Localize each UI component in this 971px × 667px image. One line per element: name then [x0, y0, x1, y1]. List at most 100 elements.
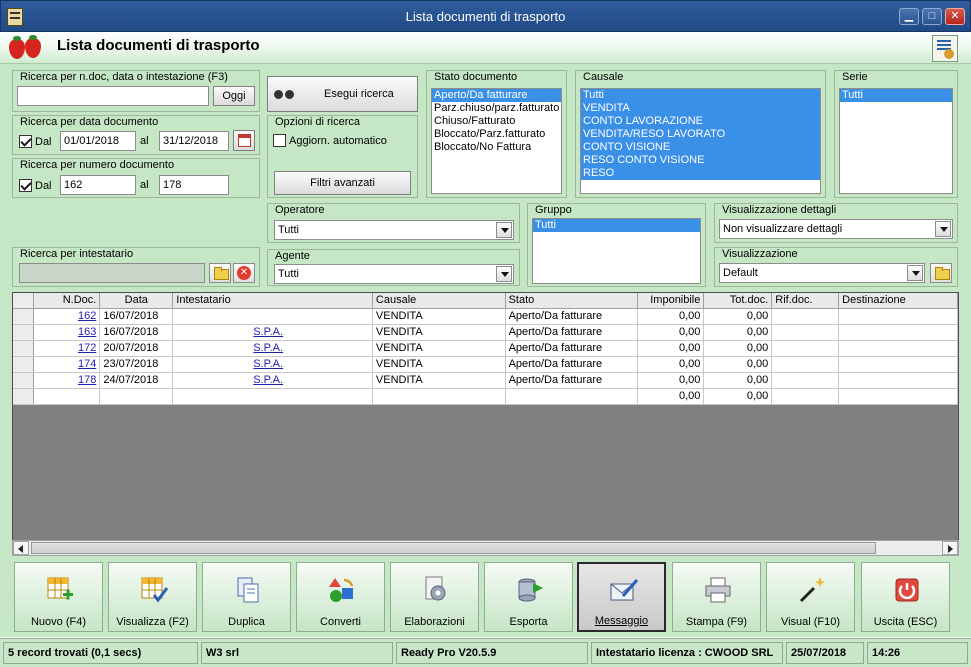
date-to-input[interactable]: 31/12/2018 [159, 131, 229, 151]
list-item[interactable]: CONTO VISIONE [581, 141, 820, 154]
number-to-input[interactable]: 178 [159, 175, 229, 195]
column-header[interactable]: Stato [505, 293, 639, 309]
empty-cell [99, 388, 174, 405]
column-header[interactable]: Destinazione [838, 293, 958, 309]
esporta-button[interactable]: Esporta [484, 562, 573, 632]
list-item[interactable]: Tutti [533, 219, 700, 232]
table-row[interactable]: 162 16/07/2018 VENDITA Aperto/Da fattura… [13, 308, 958, 325]
number-from-input[interactable]: 162 [60, 175, 136, 195]
agente-select[interactable]: Tutti [274, 264, 514, 284]
cell-ndoc[interactable]: 172 [33, 340, 101, 357]
horizontal-scrollbar[interactable] [12, 540, 959, 556]
column-header[interactable]: Causale [372, 293, 506, 309]
chevron-down-icon[interactable] [496, 266, 512, 282]
cell-intestatario[interactable]: S.P.A. [172, 372, 373, 389]
stampa-button[interactable]: Stampa (F9) [672, 562, 761, 632]
date-search-legend: Ricerca per data documento [18, 116, 161, 128]
uscita-button[interactable]: Uscita (ESC) [861, 562, 950, 632]
list-item[interactable]: Tutti [581, 89, 820, 102]
details-view-select[interactable]: Non visualizzare dettagli [719, 219, 953, 239]
cell-causale: VENDITA [372, 308, 506, 325]
column-header[interactable]: Imponibile [637, 293, 705, 309]
causale-list[interactable]: Tutti VENDITA CONTO LAVORAZIONE VENDITA/… [580, 88, 821, 194]
cell-intestatario[interactable]: S.P.A. [172, 356, 373, 373]
auto-update-checkbox[interactable] [273, 134, 286, 147]
scroll-right-icon[interactable] [942, 541, 958, 555]
row-indicator[interactable] [13, 308, 35, 325]
cell-ndoc[interactable]: 162 [33, 308, 101, 325]
document-status-list[interactable]: Aperto/Da fatturare Parz.chiuso/parz.fat… [431, 88, 562, 194]
row-indicator[interactable] [13, 340, 35, 357]
cell-intestatario[interactable]: S.P.A. [172, 324, 373, 341]
row-indicator[interactable] [13, 372, 35, 389]
row-indicator[interactable] [13, 324, 35, 341]
operatore-select[interactable]: Tutti [274, 220, 514, 240]
chevron-down-icon[interactable] [935, 221, 951, 237]
column-header[interactable]: N.Doc. [33, 293, 101, 309]
envelope-pen-icon [610, 579, 639, 601]
minimize-button[interactable]: ▁ [899, 8, 919, 25]
cell-ndoc[interactable]: 178 [33, 372, 101, 389]
duplica-button[interactable]: Duplica [202, 562, 291, 632]
scroll-left-icon[interactable] [13, 541, 29, 555]
operatore-legend: Operatore [273, 204, 327, 216]
column-header[interactable]: Data [99, 293, 174, 309]
view-select[interactable]: Default [719, 263, 925, 283]
cell-intestatario[interactable] [172, 308, 373, 325]
list-item[interactable]: Aperto/Da fatturare [432, 89, 561, 102]
scroll-thumb[interactable] [31, 542, 876, 554]
table-row[interactable]: 163 16/07/2018 S.P.A. VENDITA Aperto/Da … [13, 324, 958, 341]
cell-intestatario[interactable]: S.P.A. [172, 340, 373, 357]
serie-list[interactable]: Tutti [839, 88, 953, 194]
oggi-button[interactable]: Oggi [213, 86, 255, 106]
table-row[interactable]: 178 24/07/2018 S.P.A. VENDITA Aperto/Da … [13, 372, 958, 389]
table-row[interactable]: 172 20/07/2018 S.P.A. VENDITA Aperto/Da … [13, 340, 958, 357]
list-item[interactable]: Chiuso/Fatturato [432, 115, 561, 128]
maximize-button[interactable]: □ [922, 8, 942, 25]
calendar-button[interactable] [233, 130, 255, 151]
folder-icon[interactable] [209, 263, 231, 283]
list-item[interactable]: RESO CONTO VISIONE [581, 154, 820, 167]
table-row[interactable]: 174 23/07/2018 S.P.A. VENDITA Aperto/Da … [13, 356, 958, 373]
intestatario-input[interactable] [19, 263, 205, 283]
text-search-input[interactable] [17, 86, 209, 106]
cell-imponibile: 0,00 [637, 340, 705, 357]
row-indicator[interactable] [13, 356, 35, 373]
visual-button[interactable]: Visual (F10) [766, 562, 855, 632]
elaborazioni-button[interactable]: Elaborazioni [390, 562, 479, 632]
list-item[interactable]: RESO [581, 167, 820, 180]
user-list-icon[interactable] [932, 35, 958, 62]
list-item[interactable]: Bloccato/Parz.fatturato [432, 128, 561, 141]
list-item[interactable]: VENDITA [581, 102, 820, 115]
nuovo-button[interactable]: Nuovo (F4) [14, 562, 103, 632]
app-icon[interactable] [7, 8, 23, 26]
list-item[interactable]: VENDITA/RESO LAVORATO [581, 128, 820, 141]
clear-button[interactable]: ✕ [233, 263, 255, 283]
date-from-checkbox[interactable] [19, 135, 32, 148]
cell-ndoc[interactable]: 163 [33, 324, 101, 341]
cell-causale: VENDITA [372, 340, 506, 357]
messaggio-button[interactable]: Messaggio [577, 562, 666, 632]
list-item[interactable]: Bloccato/No Fattura [432, 141, 561, 154]
list-item[interactable]: Tutti [840, 89, 952, 102]
cell-data: 16/07/2018 [99, 308, 174, 325]
number-search-group: Ricerca per numero documento Dal 162 al … [12, 158, 260, 198]
chevron-down-icon[interactable] [496, 222, 512, 238]
search-button[interactable]: Esegui ricerca [267, 76, 418, 112]
chevron-down-icon[interactable] [907, 265, 923, 281]
visualizza-button[interactable]: Visualizza (F2) [108, 562, 197, 632]
converti-button[interactable]: Converti [296, 562, 385, 632]
documents-grid[interactable]: N.Doc. Data Intestatario Causale Stato I… [12, 292, 959, 556]
column-header[interactable]: Tot.doc. [703, 293, 773, 309]
cell-ndoc[interactable]: 174 [33, 356, 101, 373]
list-item[interactable]: Parz.chiuso/parz.fatturato [432, 102, 561, 115]
column-header[interactable]: Rif.doc. [771, 293, 840, 309]
folder-icon[interactable] [930, 263, 952, 283]
list-item[interactable]: CONTO LAVORAZIONE [581, 115, 820, 128]
advanced-filters-button[interactable]: Filtri avanzati [274, 171, 411, 195]
date-from-input[interactable]: 01/01/2018 [60, 131, 136, 151]
number-from-checkbox[interactable] [19, 179, 32, 192]
gruppo-list[interactable]: Tutti [532, 218, 701, 284]
close-button[interactable]: ✕ [945, 8, 965, 25]
column-header[interactable]: Intestatario [172, 293, 373, 309]
